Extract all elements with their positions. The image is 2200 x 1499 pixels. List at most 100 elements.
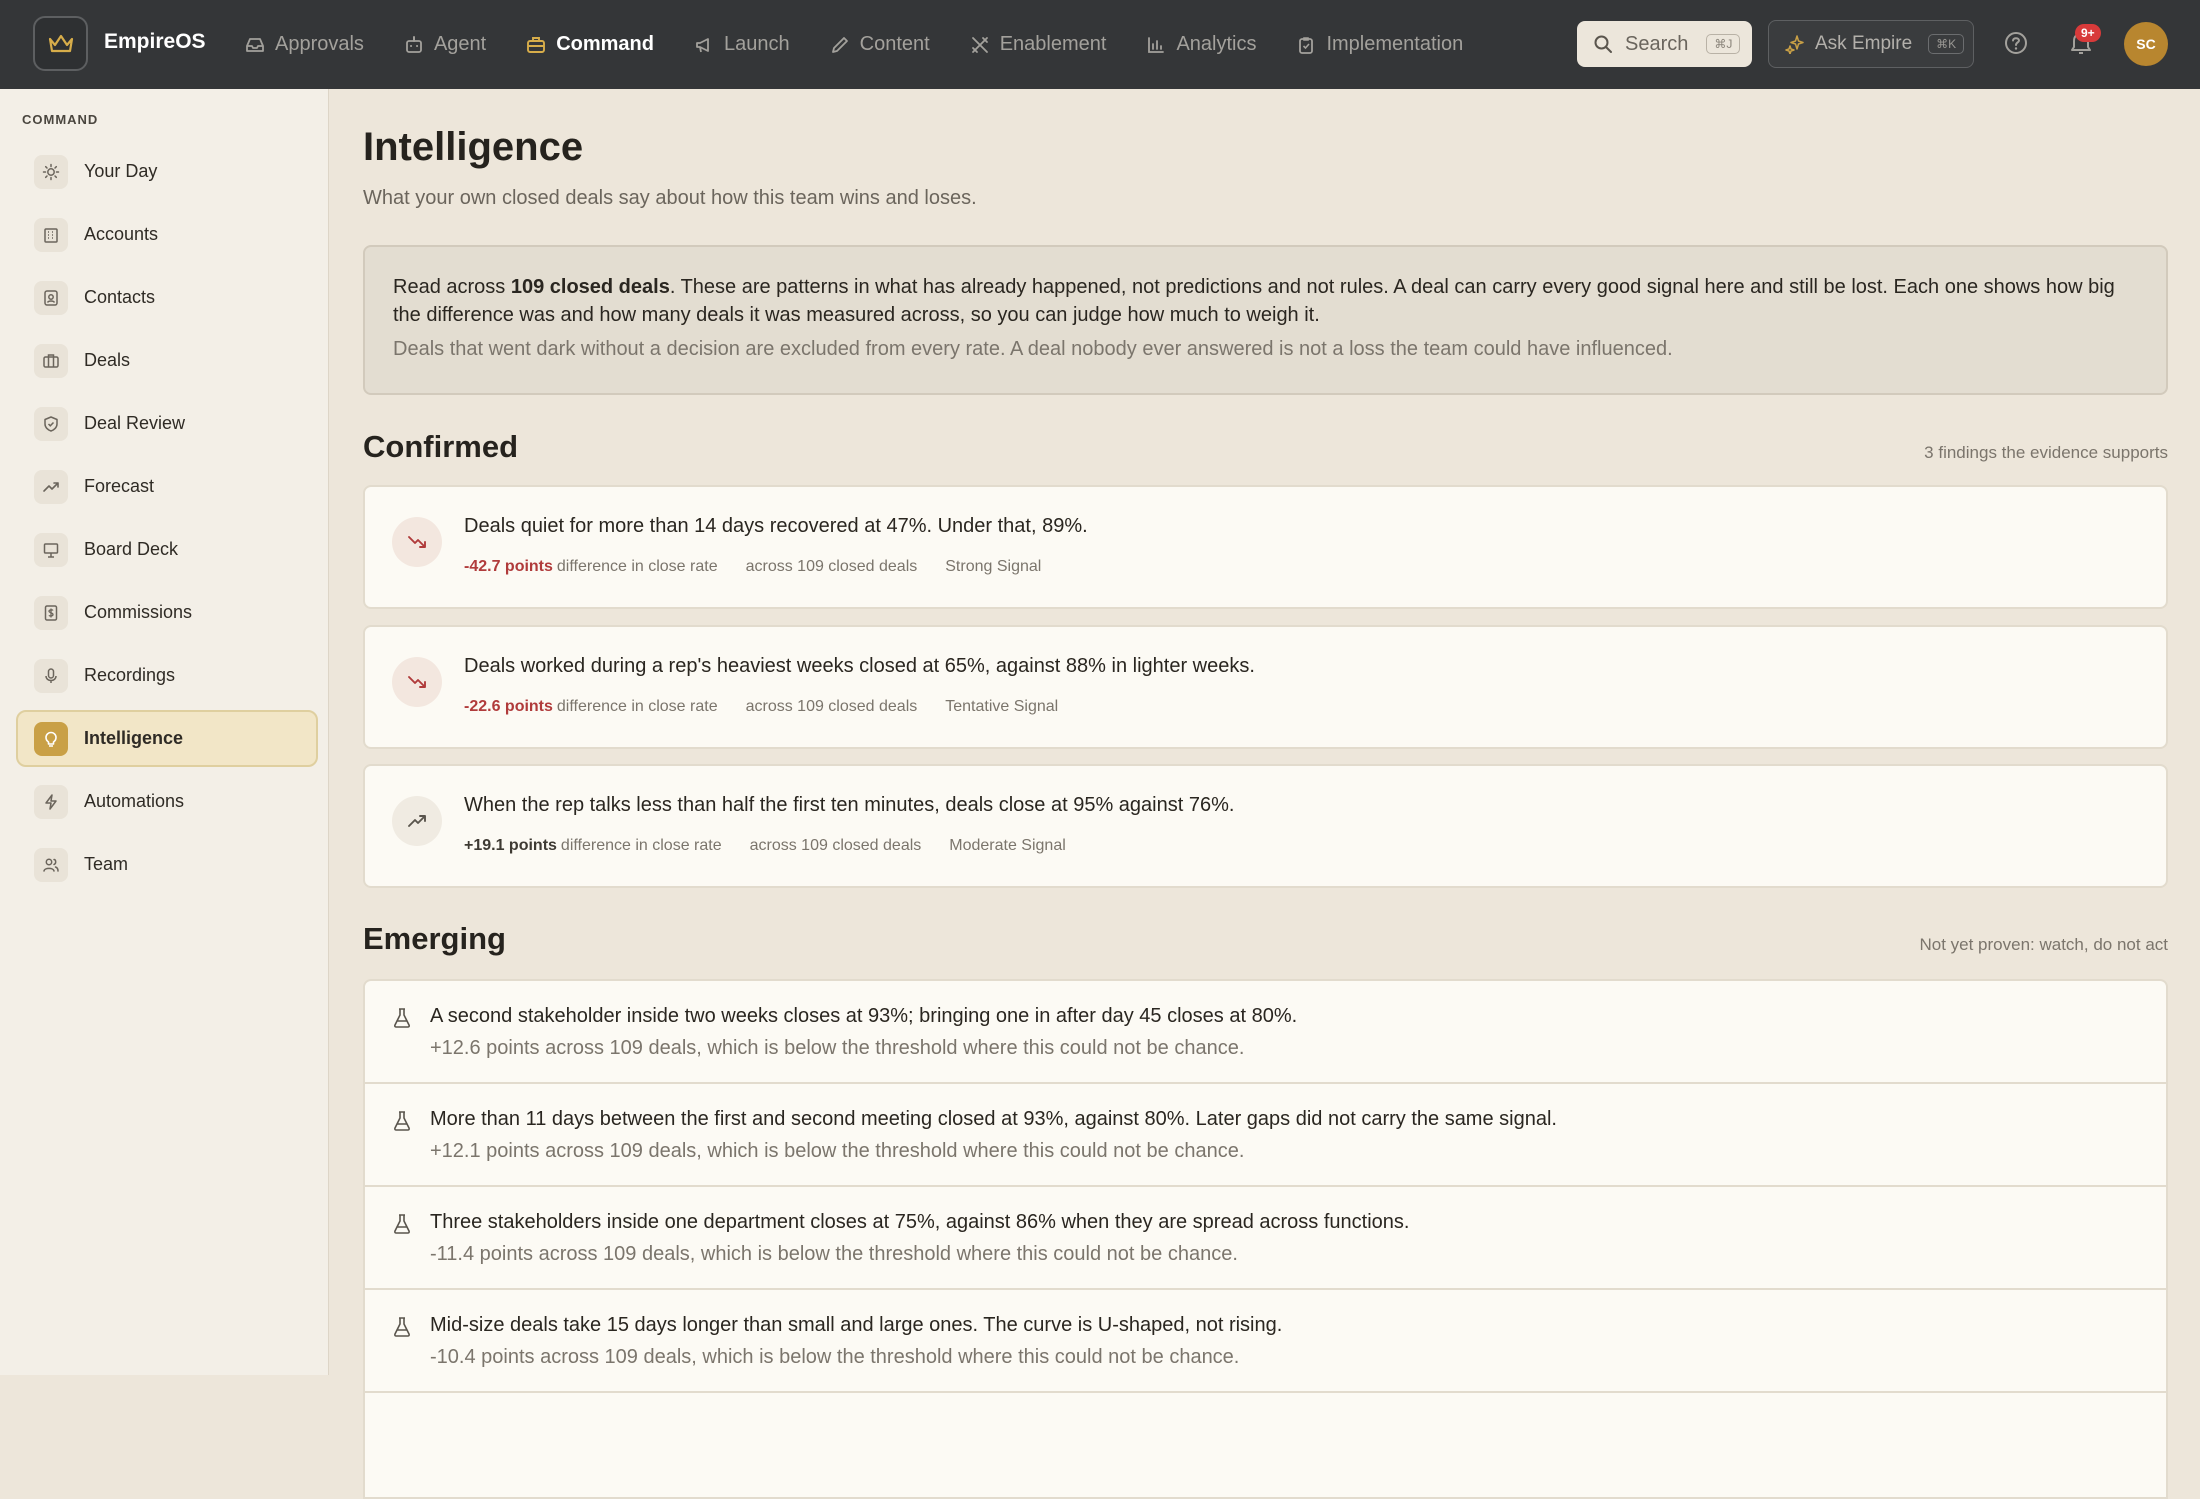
sidebar-item-your-day[interactable]: Your Day bbox=[16, 143, 318, 200]
finding-meta: +19.1 points difference in close rate ac… bbox=[464, 837, 1066, 855]
sidebar-list: Your Day Accounts Contacts Deals Deal Re… bbox=[16, 143, 318, 899]
search-shortcut: ⌘J bbox=[1706, 34, 1741, 54]
nav-implementation[interactable]: Implementation bbox=[1296, 0, 1463, 89]
flask-icon bbox=[394, 1317, 410, 1337]
sidebar-item-label: Automations bbox=[84, 791, 185, 811]
finding-delta-label: difference in close rate bbox=[556, 558, 718, 575]
help-icon[interactable] bbox=[2003, 30, 2029, 61]
inbox-icon bbox=[246, 37, 264, 52]
sparkle-icon bbox=[1785, 35, 1804, 54]
emerging-note: -10.4 points across 109 deals, which is … bbox=[430, 1346, 1240, 1368]
top-navigation-bar: EmpireOS Approvals Agent Command Launch … bbox=[0, 0, 2200, 89]
ask-empire-button[interactable]: Ask Empire ⌘K bbox=[1768, 20, 1974, 68]
list-item[interactable]: A second stakeholder inside two weeks cl… bbox=[365, 981, 2166, 1084]
sidebar-item-label: Team bbox=[84, 854, 129, 874]
lightning-icon bbox=[34, 784, 68, 819]
list-item[interactable]: Three stakeholders inside one department… bbox=[365, 1187, 2166, 1290]
sidebar-item-label: Intelligence bbox=[84, 728, 184, 748]
search-button[interactable]: Search ⌘J bbox=[1577, 21, 1752, 67]
finding-delta-label: difference in close rate bbox=[560, 837, 722, 854]
flask-icon bbox=[394, 1008, 410, 1028]
megaphone-icon bbox=[696, 37, 709, 52]
sidebar-item-label: Your Day bbox=[84, 161, 158, 181]
intro-text: Read across 109 closed deals. These are … bbox=[393, 273, 2138, 329]
nav-label: Content bbox=[859, 33, 930, 55]
sidebar-item-deals[interactable]: Deals bbox=[16, 332, 318, 389]
finding-strength: Moderate Signal bbox=[949, 837, 1066, 854]
presentation-icon bbox=[34, 532, 68, 567]
sidebar: COMMAND Your Day Accounts Contacts Deals… bbox=[0, 89, 329, 1375]
avatar[interactable]: SC bbox=[2124, 22, 2168, 66]
nav-label: Agent bbox=[433, 33, 487, 55]
sidebar-item-intelligence[interactable]: Intelligence bbox=[16, 710, 318, 767]
emerging-list: A second stakeholder inside two weeks cl… bbox=[363, 979, 2168, 1499]
intro-note: Deals that went dark without a decision … bbox=[393, 338, 1673, 360]
sidebar-item-label: Forecast bbox=[84, 476, 155, 496]
finding-sample: across 109 closed deals bbox=[745, 558, 918, 575]
sidebar-item-commissions[interactable]: Commissions bbox=[16, 584, 318, 641]
brand-name: EmpireOS bbox=[104, 30, 206, 53]
robot-icon bbox=[406, 35, 422, 53]
sidebar-item-forecast[interactable]: Forecast bbox=[16, 458, 318, 515]
nav-content[interactable]: Content bbox=[830, 0, 930, 89]
finding-text: Deals worked during a rep's heaviest wee… bbox=[464, 655, 1255, 677]
trend-down-icon bbox=[392, 517, 442, 567]
bar-chart-icon bbox=[1148, 36, 1165, 53]
finding-card[interactable]: When the rep talks less than half the fi… bbox=[363, 764, 2168, 888]
nav-analytics[interactable]: Analytics bbox=[1146, 0, 1256, 89]
nav-command[interactable]: Command bbox=[526, 0, 654, 89]
sidebar-item-label: Recordings bbox=[84, 665, 176, 685]
nav-label: Implementation bbox=[1326, 33, 1464, 55]
users-icon bbox=[34, 847, 68, 882]
emerging-text: A second stakeholder inside two weeks cl… bbox=[430, 1005, 1298, 1027]
pencil-icon bbox=[831, 36, 848, 53]
list-item[interactable]: Mid-size deals take 15 days longer than … bbox=[365, 1290, 2166, 1393]
nav-enablement[interactable]: Enablement bbox=[970, 0, 1107, 89]
page-subtitle: What your own closed deals say about how… bbox=[363, 187, 977, 209]
emerging-text: Mid-size deals take 15 days longer than … bbox=[430, 1314, 1283, 1336]
sidebar-item-deal-review[interactable]: Deal Review bbox=[16, 395, 318, 452]
nav-approvals[interactable]: Approvals bbox=[245, 0, 364, 89]
finding-strength: Strong Signal bbox=[945, 558, 1042, 575]
nav-agent[interactable]: Agent bbox=[404, 0, 486, 89]
sidebar-item-automations[interactable]: Automations bbox=[16, 773, 318, 830]
search-label: Search bbox=[1625, 32, 1689, 55]
list-item[interactable]: More than 11 days between the first and … bbox=[365, 1084, 2166, 1187]
finding-delta: -42.7 points bbox=[464, 558, 553, 575]
finding-meta: -22.6 points difference in close rate ac… bbox=[464, 698, 1058, 716]
sidebar-item-label: Deal Review bbox=[84, 413, 186, 433]
emerging-section-meta: Not yet proven: watch, do not act bbox=[1919, 935, 2168, 954]
sidebar-item-contacts[interactable]: Contacts bbox=[16, 269, 318, 326]
main-nav: Approvals Agent Command Launch Content E… bbox=[245, 0, 1503, 89]
ask-label: Ask Empire bbox=[1815, 33, 1913, 54]
emerging-note: -11.4 points across 109 deals, which is … bbox=[430, 1243, 1238, 1265]
ask-shortcut: ⌘K bbox=[1928, 34, 1965, 54]
finding-text: Deals quiet for more than 14 days recove… bbox=[464, 515, 1088, 537]
finding-card[interactable]: Deals worked during a rep's heaviest wee… bbox=[363, 625, 2168, 749]
trend-down-icon bbox=[392, 657, 442, 707]
dollar-doc-icon bbox=[34, 595, 68, 630]
finding-strength: Tentative Signal bbox=[945, 698, 1059, 715]
clipboard-icon bbox=[1299, 36, 1314, 54]
building-icon bbox=[34, 217, 68, 252]
briefcase-icon bbox=[527, 36, 546, 53]
lightbulb-icon bbox=[34, 721, 68, 756]
shield-check-icon bbox=[34, 406, 68, 441]
nav-label: Enablement bbox=[999, 33, 1107, 55]
sidebar-item-recordings[interactable]: Recordings bbox=[16, 647, 318, 704]
finding-card[interactable]: Deals quiet for more than 14 days recove… bbox=[363, 485, 2168, 609]
finding-text: When the rep talks less than half the fi… bbox=[464, 794, 1235, 816]
flask-icon bbox=[394, 1111, 410, 1131]
sidebar-item-accounts[interactable]: Accounts bbox=[16, 206, 318, 263]
tools-icon bbox=[971, 36, 988, 53]
page-title: Intelligence bbox=[363, 125, 584, 169]
emerging-note: +12.6 points across 109 deals, which is … bbox=[430, 1037, 1245, 1059]
finding-delta: -22.6 points bbox=[464, 698, 553, 715]
sidebar-item-board-deck[interactable]: Board Deck bbox=[16, 521, 318, 578]
crown-logo-icon[interactable] bbox=[33, 16, 88, 71]
intro-deal-count: 109 closed deals bbox=[510, 276, 670, 298]
intro-panel: Read across 109 closed deals. These are … bbox=[363, 245, 2168, 395]
sidebar-heading: COMMAND bbox=[22, 112, 99, 127]
sidebar-item-team[interactable]: Team bbox=[16, 836, 318, 893]
nav-launch[interactable]: Launch bbox=[694, 0, 790, 89]
